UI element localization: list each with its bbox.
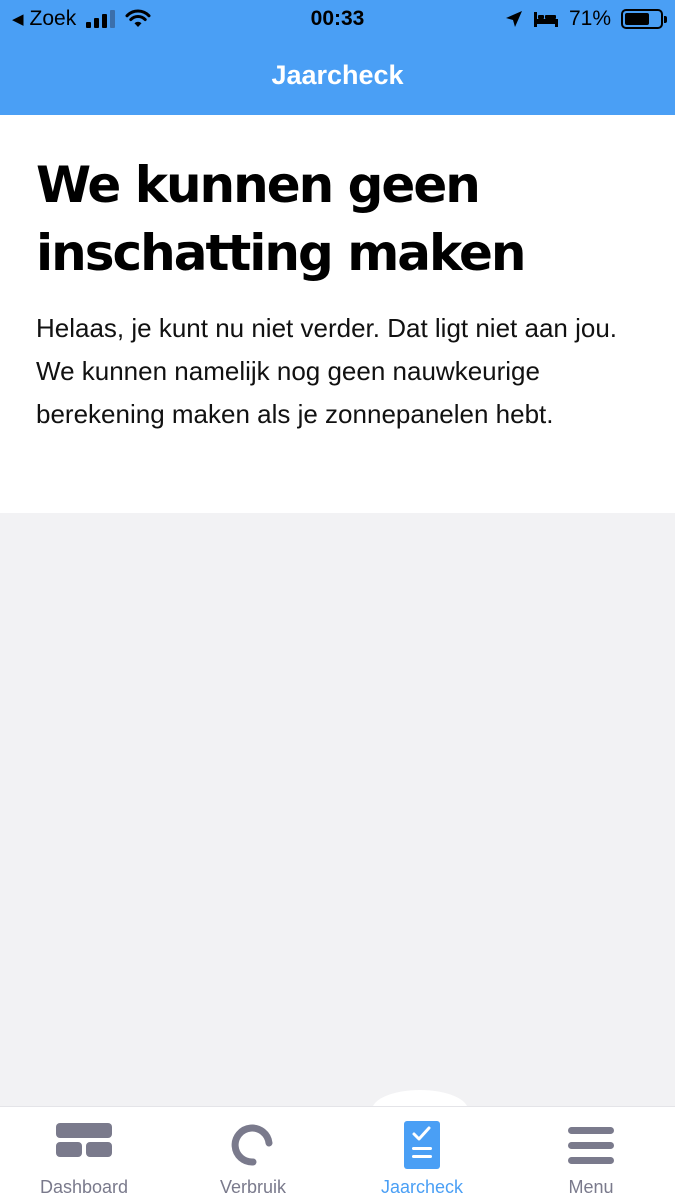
tab-jaarcheck-label: Jaarcheck [380,1177,464,1197]
tab-menu-label: Menu [568,1177,614,1197]
tab-menu[interactable]: Menu [507,1107,675,1200]
tab-bar: Dashboard Verbruik Jaarcheck Menu [0,1106,675,1200]
battery-icon [621,9,667,29]
message-heading: We kunnen geen inschatting maken [36,156,526,282]
page-title: Jaarcheck [271,60,404,90]
dashboard-icon [56,1123,112,1157]
bed-icon [533,12,558,27]
status-bar: ◀ Zoek 00:33 71% [0,0,675,40]
hamburger-icon [568,1127,614,1164]
tab-verbruik[interactable]: Verbruik [169,1107,337,1200]
usage-ring-icon [231,1124,273,1166]
battery-percent: 71% [568,7,611,30]
status-right: 71% [505,7,667,31]
app-root: ◀ Zoek 00:33 71% Jaarcheck We kunnen gee… [0,0,675,1200]
message-card: We kunnen geen inschatting maken Helaas,… [0,115,675,513]
tab-dashboard[interactable]: Dashboard [0,1107,168,1200]
checklist-icon [404,1121,440,1169]
tab-jaarcheck[interactable]: Jaarcheck [338,1107,506,1200]
battery-fill [625,13,650,25]
header: ◀ Zoek 00:33 71% Jaarcheck [0,0,675,115]
tab-dashboard-label: Dashboard [39,1177,129,1197]
message-body: Helaas, je kunt nu niet verder. Dat ligt… [36,313,618,429]
location-arrow-icon [505,11,522,27]
tab-verbruik-label: Verbruik [219,1177,287,1197]
